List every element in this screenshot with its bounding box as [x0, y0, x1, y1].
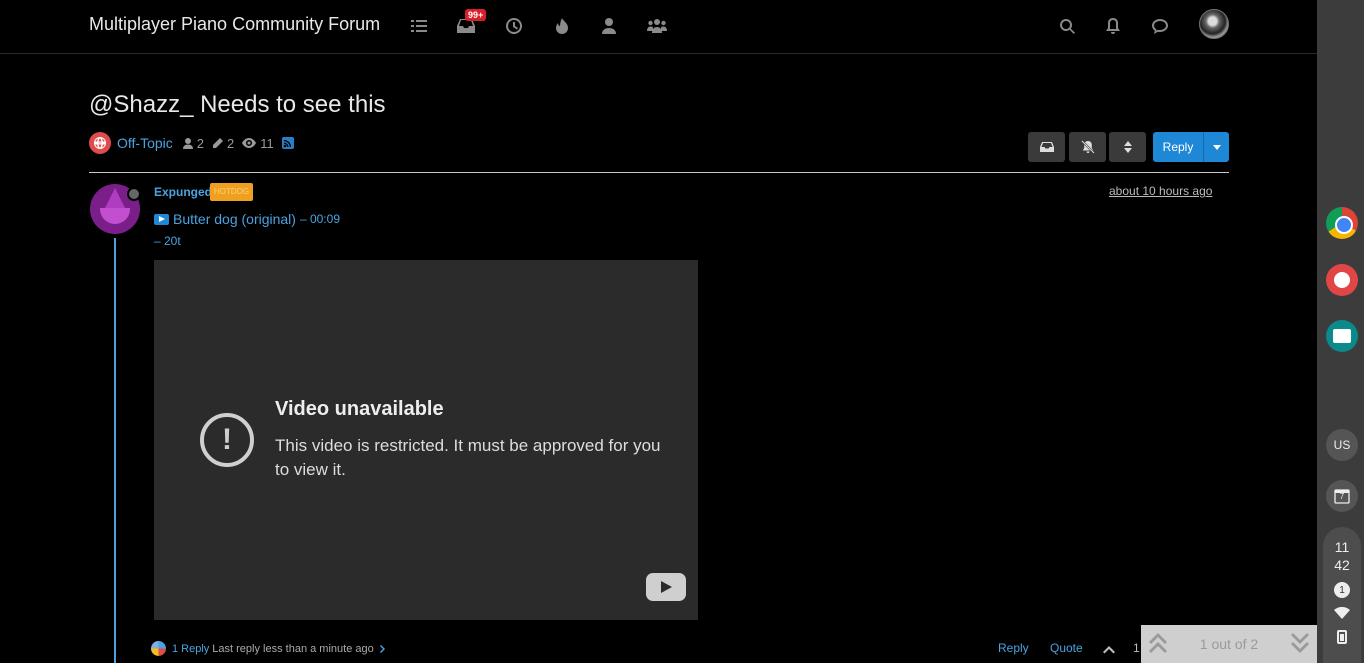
recent-icon[interactable] — [503, 15, 525, 37]
wifi-icon — [1334, 607, 1350, 619]
reply-count[interactable]: 1 Reply — [172, 643, 209, 655]
posters-count: 2 — [182, 136, 204, 151]
post-reply-button[interactable]: Reply — [998, 641, 1029, 655]
rss-icon[interactable] — [281, 137, 298, 149]
video-unavailable-title: Video unavailable — [275, 398, 444, 420]
bell-slash-icon — [1080, 140, 1095, 154]
sort-button[interactable] — [1109, 132, 1146, 162]
paint-icon[interactable] — [1326, 264, 1358, 296]
offline-status-indicator — [127, 187, 141, 201]
chat-icon[interactable] — [1149, 15, 1171, 37]
popular-icon[interactable] — [551, 15, 573, 37]
reply-dropdown-button[interactable] — [1203, 132, 1229, 162]
alert-icon: ! — [200, 413, 254, 467]
pencil-icon — [213, 137, 223, 148]
chevron-right-icon — [379, 644, 385, 653]
thread-line — [114, 238, 116, 663]
video-link[interactable]: Butter dog (original) – 00:09 — [154, 211, 340, 227]
sort-icon — [1123, 141, 1132, 153]
vote-count: 1 — [1133, 641, 1140, 655]
watch-toggle-button[interactable] — [1069, 132, 1106, 162]
video-title[interactable]: Butter dog (original) — [173, 211, 296, 227]
forum-brand[interactable]: Multiplayer Piano Community Forum — [89, 14, 380, 35]
topic-reply-button[interactable]: Reply — [1153, 132, 1203, 162]
eye-icon — [242, 138, 257, 148]
paginator-text: 1 out of 2 — [1199, 636, 1259, 652]
battery-icon — [1337, 630, 1347, 644]
users-icon[interactable] — [598, 15, 620, 37]
video-views: – 20t — [154, 234, 181, 248]
upvote-icon[interactable] — [1103, 641, 1115, 659]
mark-unread-button[interactable] — [1028, 132, 1065, 162]
group-badge[interactable]: HOTDOG — [210, 183, 254, 201]
youtube-icon — [154, 213, 169, 225]
last-reply-text: Last reply less than a minute ago — [212, 642, 374, 655]
replies-summary[interactable]: 1 Reply Last reply less than a minute ag… — [151, 641, 385, 656]
status-tray[interactable]: 11 42 1 — [1323, 527, 1361, 663]
clock-minute: 42 — [1334, 557, 1350, 573]
topic-divider — [89, 172, 1229, 173]
user-avatar[interactable] — [1199, 9, 1229, 39]
youtube-logo-icon[interactable] — [646, 573, 686, 601]
chrome-icon[interactable] — [1326, 207, 1358, 239]
double-chevron-up-icon — [1149, 633, 1167, 653]
globe-icon — [89, 132, 111, 154]
double-chevron-down-icon — [1291, 633, 1309, 653]
top-navbar: Multiplayer Piano Community Forum 99+ — [0, 0, 1317, 54]
caret-down-icon — [1212, 144, 1221, 150]
post-timestamp[interactable]: about 10 hours ago — [1109, 184, 1212, 198]
groups-icon[interactable] — [646, 15, 668, 37]
ime-indicator[interactable]: US — [1326, 429, 1358, 461]
video-unavailable-message: This video is restricted. It must be app… — [275, 436, 661, 479]
calendar-day: 7 — [1339, 492, 1345, 501]
posts-count: 2 — [212, 136, 234, 151]
topic-title: @Shazz_ Needs to see this — [89, 91, 386, 118]
topic-meta: Off-Topic 2 2 11 — [89, 132, 306, 154]
inbox-icon — [1039, 142, 1054, 152]
os-shelf: US 7 11 42 1 — [1317, 0, 1364, 663]
person-icon — [182, 137, 193, 149]
clock-hour: 11 — [1334, 539, 1350, 555]
post-quote-button[interactable]: Quote — [1050, 641, 1083, 655]
calendar-icon[interactable]: 7 — [1326, 480, 1358, 512]
post-paginator[interactable]: 1 out of 2 — [1141, 625, 1317, 663]
clock: 11 42 — [1323, 538, 1361, 574]
replier-avatar — [151, 641, 166, 656]
categories-icon[interactable] — [408, 15, 430, 37]
unread-badge: 99+ — [465, 9, 487, 21]
video-duration: – 00:09 — [299, 212, 340, 226]
notification-count: 1 — [1334, 582, 1350, 598]
views-count: 11 — [242, 136, 274, 151]
notifications-icon[interactable] — [1102, 15, 1124, 37]
news-icon[interactable] — [1326, 320, 1358, 352]
embedded-video-player[interactable]: ! Video unavailable This video is restri… — [154, 260, 698, 620]
search-icon[interactable] — [1056, 15, 1078, 37]
post-author-name[interactable]: Expunged — [154, 185, 212, 199]
category-link[interactable]: Off-Topic — [117, 135, 173, 151]
